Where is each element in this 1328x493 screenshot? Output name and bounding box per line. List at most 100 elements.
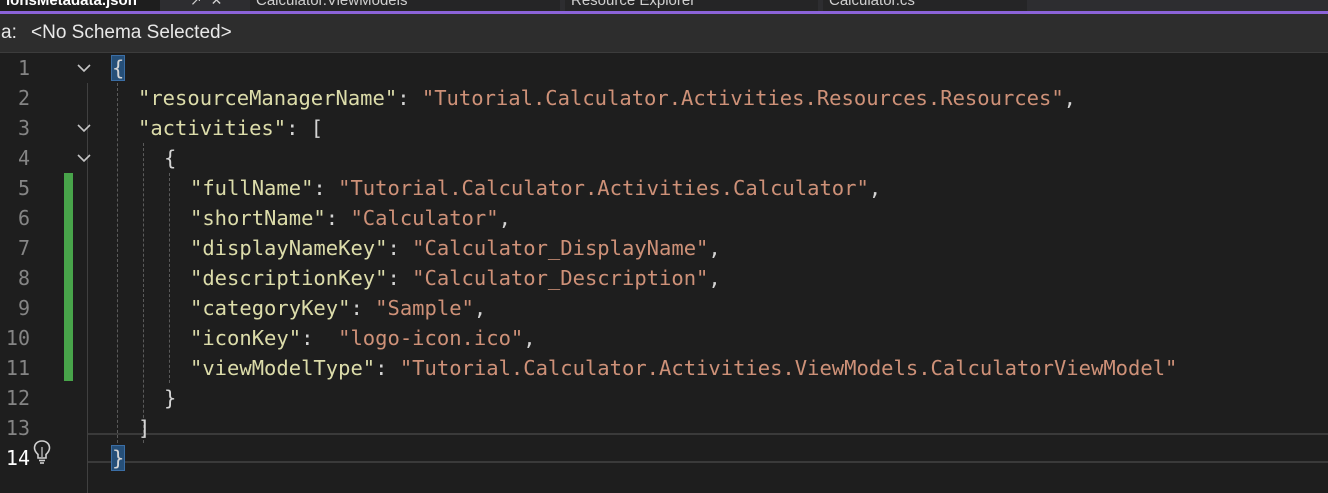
json-punctuation: : bbox=[325, 206, 351, 230]
json-punctuation: , bbox=[708, 236, 721, 260]
tab-calculator-cs[interactable]: Calculator.cs bbox=[823, 0, 1027, 11]
close-icon[interactable]: ✕ bbox=[211, 0, 223, 9]
code-line[interactable]: 7 "displayNameKey": "Calculator_DisplayNa… bbox=[0, 233, 1328, 263]
lightbulb-icon[interactable] bbox=[33, 439, 51, 465]
chevron-down-icon[interactable] bbox=[75, 120, 93, 136]
schema-bar: a: <No Schema Selected> bbox=[0, 14, 1328, 53]
tab-calculator-viewmodels[interactable]: Calculator.ViewModels bbox=[250, 0, 560, 11]
json-punctuation: { bbox=[164, 146, 177, 170]
tab-actions: ↗ ✕ bbox=[190, 0, 222, 9]
json-string: "Calculator" bbox=[350, 206, 499, 230]
json-string: "logo-icon.ico" bbox=[338, 326, 524, 350]
pin-icon[interactable]: ↗ bbox=[190, 0, 202, 9]
json-string: "Sample" bbox=[375, 296, 474, 320]
json-punctuation: : bbox=[313, 176, 339, 200]
json-punctuation: : bbox=[301, 326, 339, 350]
code-text: "shortName": "Calculator", bbox=[190, 203, 511, 233]
code-text: { bbox=[164, 143, 176, 173]
json-key: "resourceManagerName" bbox=[138, 86, 398, 110]
tab-bar: ionsMetadata.json ↗ ✕ Calculator.ViewMod… bbox=[0, 0, 1328, 11]
json-string: "Tutorial.Calculator.Activities.ViewMode… bbox=[399, 356, 1178, 380]
code-text: "displayNameKey": "Calculator_DisplayNam… bbox=[190, 233, 721, 263]
code-text: { bbox=[110, 53, 126, 83]
code-text: ] bbox=[138, 413, 150, 443]
json-string: "Tutorial.Calculator.Activities.Calculat… bbox=[338, 176, 869, 200]
json-punctuation: : bbox=[397, 86, 422, 110]
code-line[interactable]: 13] bbox=[0, 413, 1328, 443]
code-text: "descriptionKey": "Calculator_Descriptio… bbox=[190, 263, 721, 293]
chevron-down-icon[interactable] bbox=[75, 60, 93, 76]
code-line[interactable]: 14} bbox=[0, 443, 1328, 473]
line-number: 9 bbox=[17, 296, 30, 320]
json-key: "activities" bbox=[138, 116, 287, 140]
line-number: 6 bbox=[17, 206, 30, 230]
code-line[interactable]: 3 "activities": [ bbox=[0, 113, 1328, 143]
code-text: "viewModelType": "Tutorial.Calculator.Ac… bbox=[190, 353, 1177, 383]
json-key: "categoryKey" bbox=[190, 296, 351, 320]
line-number: 11 bbox=[5, 356, 30, 380]
code-text: } bbox=[164, 383, 176, 413]
code-text: "activities": [ bbox=[138, 113, 323, 143]
json-string: "Calculator_Description" bbox=[412, 266, 709, 290]
json-key: "shortName" bbox=[190, 206, 326, 230]
code-line[interactable]: 10 "iconKey": "logo-icon.ico", bbox=[0, 323, 1328, 353]
schema-label: a: bbox=[1, 22, 17, 43]
line-number: 3 bbox=[17, 116, 30, 140]
code-text: "iconKey": "logo-icon.ico", bbox=[190, 323, 536, 353]
tab-label: Calculator.ViewModels bbox=[256, 0, 408, 9]
line-number: 14 bbox=[5, 446, 30, 470]
json-string: "Tutorial.Calculator.Activities.Resource… bbox=[421, 86, 1064, 110]
json-punctuation: : bbox=[375, 356, 400, 380]
code-line[interactable]: 12} bbox=[0, 383, 1328, 413]
json-punctuation: , bbox=[708, 266, 721, 290]
json-punctuation: } bbox=[110, 445, 126, 471]
line-number: 13 bbox=[5, 416, 30, 440]
tab-resource-explorer[interactable]: Resource Explorer bbox=[565, 0, 818, 11]
code-line[interactable]: 4{ bbox=[0, 143, 1328, 173]
json-punctuation: , bbox=[498, 206, 511, 230]
json-punctuation: , bbox=[868, 176, 882, 200]
json-punctuation: : bbox=[350, 296, 376, 320]
json-key: "fullName" bbox=[190, 176, 314, 200]
line-number: 4 bbox=[17, 146, 30, 170]
json-punctuation: : bbox=[387, 266, 413, 290]
line-number: 10 bbox=[5, 326, 30, 350]
json-punctuation: ] bbox=[138, 416, 151, 440]
tab-label: Calculator.cs bbox=[829, 0, 915, 9]
tab-label: Resource Explorer bbox=[571, 0, 696, 9]
code-line[interactable]: 9 "categoryKey": "Sample", bbox=[0, 293, 1328, 323]
chevron-down-icon[interactable] bbox=[75, 150, 93, 166]
json-string: "Calculator_DisplayName" bbox=[412, 236, 709, 260]
line-number: 7 bbox=[17, 236, 30, 260]
json-punctuation: } bbox=[164, 386, 177, 410]
json-punctuation: { bbox=[110, 55, 126, 81]
json-punctuation: , bbox=[523, 326, 536, 350]
code-line[interactable]: 8 "descriptionKey": "Calculator_Descripti… bbox=[0, 263, 1328, 293]
code-editor[interactable]: 1{2 "resourceManagerName": "Tutorial.Calc… bbox=[0, 53, 1328, 493]
tab-active[interactable]: ionsMetadata.json bbox=[0, 0, 160, 11]
json-key: "descriptionKey" bbox=[190, 266, 388, 290]
schema-dropdown[interactable]: <No Schema Selected> bbox=[31, 14, 232, 52]
code-line[interactable]: 5 "fullName": "Tutorial.Calculator.Activi… bbox=[0, 173, 1328, 203]
json-punctuation: : [ bbox=[286, 116, 324, 140]
code-text: "resourceManagerName": "Tutorial.Calcula… bbox=[138, 83, 1076, 113]
line-number: 1 bbox=[17, 56, 30, 80]
json-punctuation: , bbox=[473, 296, 487, 320]
line-number: 5 bbox=[17, 176, 30, 200]
line-number: 2 bbox=[17, 86, 30, 110]
json-key: "iconKey" bbox=[190, 326, 302, 350]
tab-active-label: ionsMetadata.json bbox=[6, 0, 137, 9]
code-line[interactable]: 2 "resourceManagerName": "Tutorial.Calcul… bbox=[0, 83, 1328, 113]
json-key: "displayNameKey" bbox=[190, 236, 388, 260]
json-punctuation: , bbox=[1063, 86, 1077, 110]
code-text: "fullName": "Tutorial.Calculator.Activit… bbox=[190, 173, 881, 203]
line-number: 12 bbox=[5, 386, 30, 410]
code-text: } bbox=[110, 443, 126, 473]
json-key: "viewModelType" bbox=[190, 356, 376, 380]
line-number: 8 bbox=[17, 266, 30, 290]
code-line[interactable]: 1{ bbox=[0, 53, 1328, 83]
code-text: "categoryKey": "Sample", bbox=[190, 293, 486, 323]
code-line[interactable]: 11 "viewModelType": "Tutorial.Calculator.… bbox=[0, 353, 1328, 383]
code-line[interactable]: 6 "shortName": "Calculator", bbox=[0, 203, 1328, 233]
json-punctuation: : bbox=[387, 236, 413, 260]
